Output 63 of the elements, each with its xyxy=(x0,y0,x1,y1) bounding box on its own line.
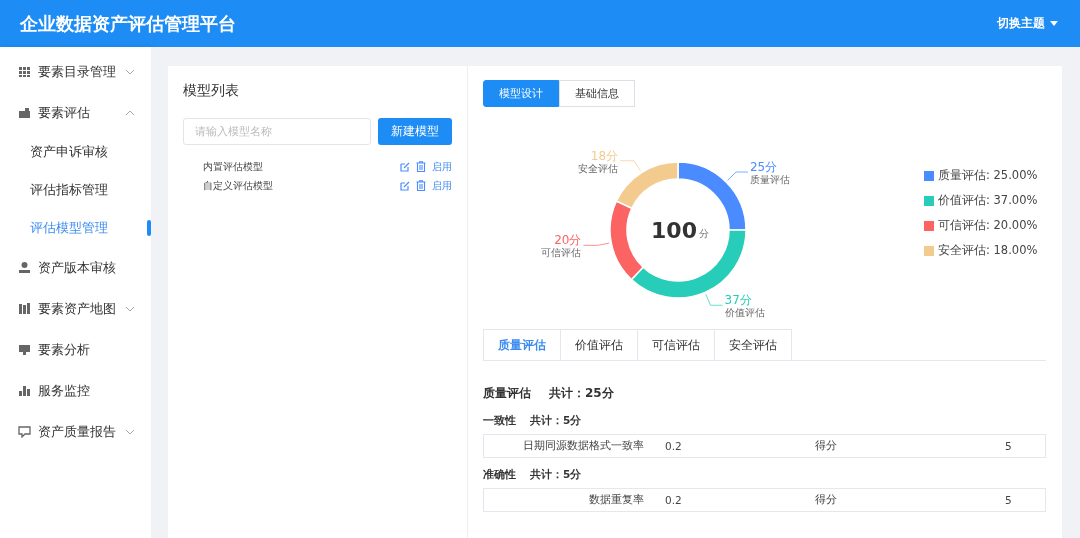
delete-icon[interactable] xyxy=(416,180,426,191)
center-unit: 分 xyxy=(699,227,709,239)
app-title: 企业数据资产评估管理平台 xyxy=(20,11,236,36)
legend-label: 价值评估: 37.00% xyxy=(938,193,1038,208)
group-total: 共计：5分 xyxy=(530,468,582,482)
indicator-name: 数据重复率 xyxy=(588,493,644,507)
enable-link[interactable]: 启用 xyxy=(432,178,452,193)
folder-icon xyxy=(18,106,31,119)
sidebar-subitem[interactable]: 资产申诉审核 xyxy=(0,133,151,171)
group-total: 共计：5分 xyxy=(530,414,582,428)
indicator-name: 日期同源数据格式一致率 xyxy=(522,439,644,453)
category-label: 安全评估 xyxy=(578,162,619,174)
panel-title: 模型列表 xyxy=(183,82,240,100)
model-name[interactable]: 内置评估模型 xyxy=(203,159,263,174)
category-label: 质量评估 xyxy=(750,173,790,185)
sidebar-item[interactable]: 要素目录管理 xyxy=(0,51,151,92)
search-field[interactable]: 请输入模型名称 xyxy=(183,118,372,145)
chat-icon xyxy=(18,425,31,438)
value-label: 20分 xyxy=(554,232,582,247)
edit-icon[interactable] xyxy=(400,161,410,172)
value-label: 18分 xyxy=(590,148,619,163)
legend-label: 质量评估: 25.00% xyxy=(938,168,1038,183)
grid-icon xyxy=(18,65,31,78)
leader-line xyxy=(727,171,749,181)
section-total: 共计：25分 xyxy=(549,385,614,402)
edit-icon[interactable] xyxy=(400,180,410,191)
sidebar-item[interactable]: 要素资产地图 xyxy=(0,288,151,329)
indicator-weight: 0.2 xyxy=(664,494,683,506)
enable-link[interactable]: 启用 xyxy=(432,159,452,174)
leader-line xyxy=(705,293,724,306)
delete-icon[interactable] xyxy=(416,161,426,172)
leader-line xyxy=(619,159,641,171)
legend-label: 安全评估: 18.00% xyxy=(938,243,1038,258)
sidebar-item[interactable]: 资产质量报告 xyxy=(0,411,151,452)
sidebar-item[interactable]: 要素分析 xyxy=(0,329,151,370)
sidebar-item[interactable]: 要素评估 xyxy=(0,92,151,133)
bar-chart-icon xyxy=(18,384,31,397)
sidebar-subitem[interactable]: 评估模型管理 xyxy=(0,209,151,247)
value-label: 25分 xyxy=(750,159,778,174)
caret-icon xyxy=(1050,21,1058,26)
model-name[interactable]: 自定义评估模型 xyxy=(203,178,273,193)
section-title: 质量评估 xyxy=(483,385,531,402)
legend-label: 可信评估: 20.00% xyxy=(938,218,1038,233)
sidebar-subitem[interactable]: 评估指标管理 xyxy=(0,171,151,209)
category-label: 可信评估 xyxy=(541,246,582,258)
score-label: 得分 xyxy=(815,493,838,507)
score-value: 5 xyxy=(1005,440,1013,452)
view-tab[interactable]: 基础信息 xyxy=(559,80,635,107)
person-icon xyxy=(18,261,31,274)
leader-line xyxy=(582,242,610,246)
monitor-icon xyxy=(18,343,31,356)
value-label: 37分 xyxy=(724,292,752,307)
score-value: 5 xyxy=(1005,494,1013,506)
group-name: 一致性 xyxy=(483,414,516,428)
sidebar-item[interactable]: 资产版本审核 xyxy=(0,247,151,288)
selection-indicator xyxy=(147,220,151,236)
score-tab[interactable]: 安全评估 xyxy=(714,329,792,360)
center-value: 100 xyxy=(651,217,697,243)
category-label: 价值评估 xyxy=(724,306,765,318)
group-name: 准确性 xyxy=(483,468,516,482)
indicator-weight: 0.2 xyxy=(664,440,683,452)
score-label: 得分 xyxy=(815,439,838,453)
sidebar-item[interactable]: 服务监控 xyxy=(0,370,151,411)
